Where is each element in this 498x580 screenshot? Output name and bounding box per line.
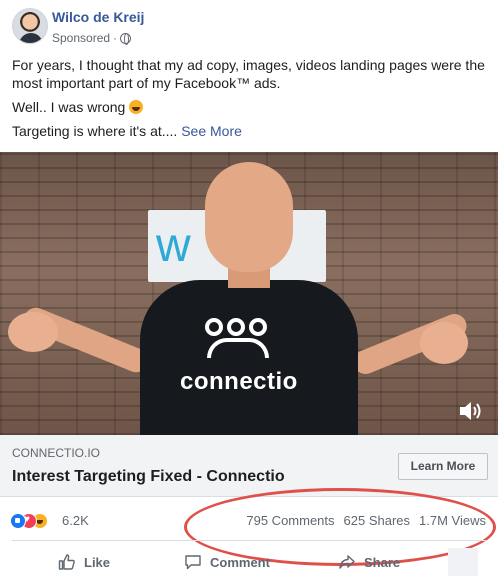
volume-icon[interactable]: [458, 400, 484, 422]
link-domain: CONNECTIO.IO: [12, 446, 101, 460]
actions-divider: [12, 540, 486, 541]
shirt-logo-icon: [205, 318, 271, 358]
like-reaction-icon: [10, 513, 26, 529]
video-player[interactable]: w al connectio: [0, 152, 498, 435]
meta-separator: ·: [113, 31, 118, 45]
comments-count[interactable]: 795 Comments: [246, 513, 334, 529]
post-header: Wilco de Kreij Sponsored ·: [0, 0, 498, 50]
see-more-link[interactable]: See More: [181, 123, 242, 139]
share-arrow-icon: [339, 555, 355, 569]
comment-label: Comment: [210, 554, 270, 570]
shares-count[interactable]: 625 Shares: [344, 513, 411, 529]
author-name[interactable]: Wilco de Kreij: [52, 8, 144, 26]
post-line-2: Well.. I was wrong: [12, 98, 488, 116]
sponsored-label[interactable]: Sponsored: [52, 30, 110, 46]
comment-button[interactable]: Comment: [184, 548, 270, 576]
like-label: Like: [84, 554, 111, 570]
overlay-patch: [448, 548, 478, 576]
wall-sign-logo: w: [156, 219, 191, 272]
share-label: Share: [364, 554, 401, 570]
reaction-count[interactable]: 6.2K: [62, 513, 89, 529]
post-line-3: Targeting is where it's at.... See More: [12, 123, 242, 139]
learn-more-button[interactable]: Learn More: [398, 453, 488, 480]
comment-bubble-icon: [185, 555, 201, 570]
engagement-stats: 795 Comments 625 Shares 1.7M Views: [246, 513, 486, 529]
post-meta: Sponsored ·: [52, 30, 132, 46]
like-button[interactable]: Like: [58, 548, 110, 576]
post-line-1: For years, I thought that my ad copy, im…: [12, 57, 485, 91]
reaction-icons[interactable]: [10, 513, 60, 529]
link-preview-card[interactable]: CONNECTIO.IO Interest Targeting Fixed - …: [0, 435, 498, 497]
presenter-right-hand: [420, 322, 468, 364]
views-count: 1.7M Views: [419, 513, 486, 528]
globe-icon: [120, 32, 132, 45]
laughing-emoji-icon: [129, 100, 144, 114]
author-avatar[interactable]: [12, 8, 48, 44]
shirt-brand-text: connectio: [180, 368, 298, 395]
link-title[interactable]: Interest Targeting Fixed - Connectio: [12, 467, 285, 487]
post-actions: Like Comment Share: [0, 546, 498, 578]
share-button[interactable]: Share: [338, 548, 400, 576]
engagement-bar: 6.2K 795 Comments 625 Shares 1.7M Views: [0, 505, 498, 535]
presenter-left-hand: [8, 312, 58, 352]
presenter-head: [205, 162, 293, 272]
post-text: For years, I thought that my ad copy, im…: [12, 56, 488, 146]
thumbs-up-icon: [58, 554, 75, 570]
